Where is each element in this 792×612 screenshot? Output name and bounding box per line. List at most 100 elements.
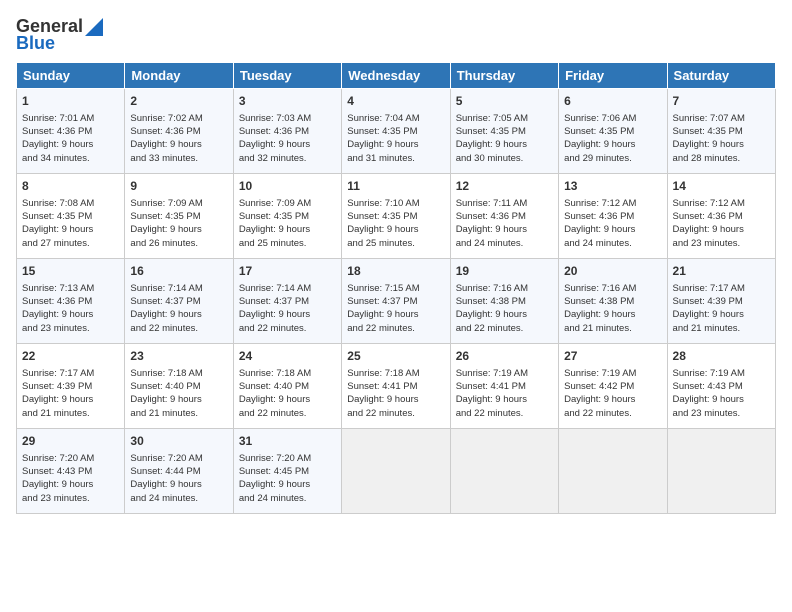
calendar-cell: 24 Sunrise: 7:18 AM Sunset: 4:40 PM Dayli… xyxy=(233,344,341,429)
day-number: 19 xyxy=(456,263,553,280)
calendar-cell: 1 Sunrise: 7:01 AM Sunset: 4:36 PM Daylig… xyxy=(17,89,125,174)
calendar-cell: 2Sunrise: 7:02 AM Sunset: 4:36 PM Daylig… xyxy=(125,89,233,174)
day-info: Sunrise: 7:16 AM Sunset: 4:38 PM Dayligh… xyxy=(564,282,661,335)
day-number: 7 xyxy=(673,93,770,110)
day-info: Sunrise: 7:15 AM Sunset: 4:37 PM Dayligh… xyxy=(347,282,444,335)
day-number: 13 xyxy=(564,178,661,195)
calendar-cell: 29 Sunrise: 7:20 AM Sunset: 4:43 PM Dayli… xyxy=(17,429,125,514)
day-number: 20 xyxy=(564,263,661,280)
col-header-monday: Monday xyxy=(125,63,233,89)
calendar-cell: 7 Sunrise: 7:07 AM Sunset: 4:35 PM Daylig… xyxy=(667,89,775,174)
calendar-week-5: 29 Sunrise: 7:20 AM Sunset: 4:43 PM Dayli… xyxy=(17,429,776,514)
day-number: 9 xyxy=(130,178,227,195)
col-header-tuesday: Tuesday xyxy=(233,63,341,89)
calendar-cell: 15 Sunrise: 7:13 AM Sunset: 4:36 PM Dayli… xyxy=(17,259,125,344)
day-info: Sunrise: 7:14 AM Sunset: 4:37 PM Dayligh… xyxy=(239,282,336,335)
calendar-cell: 20 Sunrise: 7:16 AM Sunset: 4:38 PM Dayli… xyxy=(559,259,667,344)
day-number: 21 xyxy=(673,263,770,280)
calendar-cell: 18 Sunrise: 7:15 AM Sunset: 4:37 PM Dayli… xyxy=(342,259,450,344)
calendar-cell: 19 Sunrise: 7:16 AM Sunset: 4:38 PM Dayli… xyxy=(450,259,558,344)
day-info: Sunrise: 7:10 AM Sunset: 4:35 PM Dayligh… xyxy=(347,197,444,250)
calendar-cell: 10 Sunrise: 7:09 AM Sunset: 4:35 PM Dayli… xyxy=(233,174,341,259)
calendar-cell xyxy=(450,429,558,514)
calendar-cell: 23 Sunrise: 7:18 AM Sunset: 4:40 PM Dayli… xyxy=(125,344,233,429)
day-info: Sunrise: 7:19 AM Sunset: 4:41 PM Dayligh… xyxy=(456,367,553,420)
day-number: 28 xyxy=(673,348,770,365)
day-info: Sunrise: 7:07 AM Sunset: 4:35 PM Dayligh… xyxy=(673,112,770,165)
day-number: 27 xyxy=(564,348,661,365)
day-info: Sunrise: 7:18 AM Sunset: 4:40 PM Dayligh… xyxy=(239,367,336,420)
day-number: 29 xyxy=(22,433,119,450)
calendar-cell: 6 Sunrise: 7:06 AM Sunset: 4:35 PM Daylig… xyxy=(559,89,667,174)
day-info: Sunrise: 7:13 AM Sunset: 4:36 PM Dayligh… xyxy=(22,282,119,335)
logo: General Blue xyxy=(16,16,103,54)
calendar-cell: 26 Sunrise: 7:19 AM Sunset: 4:41 PM Dayli… xyxy=(450,344,558,429)
day-number: 14 xyxy=(673,178,770,195)
col-header-sunday: Sunday xyxy=(17,63,125,89)
day-info: Sunrise: 7:12 AM Sunset: 4:36 PM Dayligh… xyxy=(673,197,770,250)
calendar-cell: 28 Sunrise: 7:19 AM Sunset: 4:43 PM Dayli… xyxy=(667,344,775,429)
calendar-week-2: 8 Sunrise: 7:08 AM Sunset: 4:35 PM Daylig… xyxy=(17,174,776,259)
calendar-cell: 17 Sunrise: 7:14 AM Sunset: 4:37 PM Dayli… xyxy=(233,259,341,344)
day-info: Sunrise: 7:17 AM Sunset: 4:39 PM Dayligh… xyxy=(673,282,770,335)
day-info: Sunrise: 7:12 AM Sunset: 4:36 PM Dayligh… xyxy=(564,197,661,250)
calendar-cell xyxy=(342,429,450,514)
day-info: Sunrise: 7:20 AM Sunset: 4:43 PM Dayligh… xyxy=(22,452,119,505)
calendar-cell: 31Sunrise: 7:20 AM Sunset: 4:45 PM Dayli… xyxy=(233,429,341,514)
day-info: Sunrise: 7:01 AM Sunset: 4:36 PM Dayligh… xyxy=(22,112,119,165)
day-info: Sunrise: 7:16 AM Sunset: 4:38 PM Dayligh… xyxy=(456,282,553,335)
day-number: 15 xyxy=(22,263,119,280)
day-number: 4 xyxy=(347,93,444,110)
day-number: 26 xyxy=(456,348,553,365)
day-number: 25 xyxy=(347,348,444,365)
day-number: 30 xyxy=(130,433,227,450)
day-number: 31 xyxy=(239,433,336,450)
calendar-cell: 16Sunrise: 7:14 AM Sunset: 4:37 PM Dayli… xyxy=(125,259,233,344)
calendar-cell: 8 Sunrise: 7:08 AM Sunset: 4:35 PM Daylig… xyxy=(17,174,125,259)
day-number: 22 xyxy=(22,348,119,365)
calendar-week-4: 22Sunrise: 7:17 AM Sunset: 4:39 PM Dayli… xyxy=(17,344,776,429)
calendar-cell: 30 Sunrise: 7:20 AM Sunset: 4:44 PM Dayli… xyxy=(125,429,233,514)
day-info: Sunrise: 7:20 AM Sunset: 4:44 PM Dayligh… xyxy=(130,452,227,505)
day-info: Sunrise: 7:02 AM Sunset: 4:36 PM Dayligh… xyxy=(130,112,227,165)
day-info: Sunrise: 7:09 AM Sunset: 4:35 PM Dayligh… xyxy=(239,197,336,250)
day-info: Sunrise: 7:06 AM Sunset: 4:35 PM Dayligh… xyxy=(564,112,661,165)
day-number: 5 xyxy=(456,93,553,110)
day-info: Sunrise: 7:03 AM Sunset: 4:36 PM Dayligh… xyxy=(239,112,336,165)
day-number: 17 xyxy=(239,263,336,280)
day-info: Sunrise: 7:18 AM Sunset: 4:41 PM Dayligh… xyxy=(347,367,444,420)
calendar-cell: 3 Sunrise: 7:03 AM Sunset: 4:36 PM Daylig… xyxy=(233,89,341,174)
day-info: Sunrise: 7:05 AM Sunset: 4:35 PM Dayligh… xyxy=(456,112,553,165)
calendar-header-row: SundayMondayTuesdayWednesdayThursdayFrid… xyxy=(17,63,776,89)
col-header-friday: Friday xyxy=(559,63,667,89)
calendar-cell: 22Sunrise: 7:17 AM Sunset: 4:39 PM Dayli… xyxy=(17,344,125,429)
page-header: General Blue xyxy=(16,16,776,54)
calendar-week-1: 1 Sunrise: 7:01 AM Sunset: 4:36 PM Daylig… xyxy=(17,89,776,174)
day-number: 3 xyxy=(239,93,336,110)
calendar-cell: 13 Sunrise: 7:12 AM Sunset: 4:36 PM Dayli… xyxy=(559,174,667,259)
col-header-saturday: Saturday xyxy=(667,63,775,89)
day-number: 6 xyxy=(564,93,661,110)
day-info: Sunrise: 7:04 AM Sunset: 4:35 PM Dayligh… xyxy=(347,112,444,165)
calendar-cell: 11 Sunrise: 7:10 AM Sunset: 4:35 PM Dayli… xyxy=(342,174,450,259)
day-number: 8 xyxy=(22,178,119,195)
day-number: 18 xyxy=(347,263,444,280)
col-header-thursday: Thursday xyxy=(450,63,558,89)
calendar-cell: 25 Sunrise: 7:18 AM Sunset: 4:41 PM Dayli… xyxy=(342,344,450,429)
day-info: Sunrise: 7:19 AM Sunset: 4:43 PM Dayligh… xyxy=(673,367,770,420)
day-info: Sunrise: 7:18 AM Sunset: 4:40 PM Dayligh… xyxy=(130,367,227,420)
day-number: 23 xyxy=(130,348,227,365)
day-info: Sunrise: 7:11 AM Sunset: 4:36 PM Dayligh… xyxy=(456,197,553,250)
col-header-wednesday: Wednesday xyxy=(342,63,450,89)
day-info: Sunrise: 7:09 AM Sunset: 4:35 PM Dayligh… xyxy=(130,197,227,250)
day-number: 11 xyxy=(347,178,444,195)
day-number: 10 xyxy=(239,178,336,195)
logo-blue: Blue xyxy=(16,33,55,54)
day-info: Sunrise: 7:19 AM Sunset: 4:42 PM Dayligh… xyxy=(564,367,661,420)
calendar-cell: 21 Sunrise: 7:17 AM Sunset: 4:39 PM Dayli… xyxy=(667,259,775,344)
day-info: Sunrise: 7:08 AM Sunset: 4:35 PM Dayligh… xyxy=(22,197,119,250)
day-number: 1 xyxy=(22,93,119,110)
calendar-cell: 12 Sunrise: 7:11 AM Sunset: 4:36 PM Dayli… xyxy=(450,174,558,259)
day-number: 24 xyxy=(239,348,336,365)
day-number: 12 xyxy=(456,178,553,195)
